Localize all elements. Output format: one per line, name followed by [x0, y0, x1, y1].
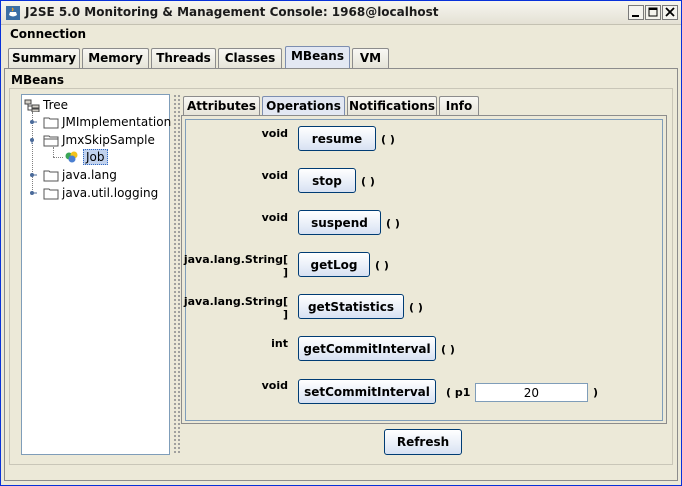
maximize-button[interactable] [645, 5, 661, 20]
params: ( ) [375, 259, 389, 272]
tree-node-label: java.util.logging [62, 185, 159, 200]
params: ( ) [386, 217, 400, 230]
return-type: void [261, 379, 288, 392]
collapse-handle-icon[interactable] [29, 189, 37, 197]
folder-icon [43, 170, 59, 181]
params: ( ) [381, 133, 395, 146]
params: ( ) [409, 301, 423, 314]
getstatistics-button[interactable]: getStatistics [298, 294, 404, 319]
menu-bar: Connection [1, 25, 681, 45]
tab-memory[interactable]: Memory [82, 48, 149, 69]
java-cup-icon [6, 6, 20, 20]
folder-icon [43, 188, 59, 199]
expand-handle-icon[interactable] [29, 136, 37, 144]
tab-classes[interactable]: Classes [218, 48, 282, 69]
stop-button[interactable]: stop [298, 168, 356, 193]
collapse-handle-icon[interactable] [29, 171, 37, 179]
getcommitinterval-button[interactable]: getCommitInterval [298, 336, 436, 361]
tab-mbeans[interactable]: MBeans [285, 46, 350, 69]
tab-notifications[interactable]: Notifications [347, 96, 437, 116]
tree-node-job[interactable]: Job [64, 148, 108, 165]
return-type: void [261, 127, 288, 140]
close-icon [665, 7, 675, 17]
collapse-handle-icon[interactable] [29, 118, 37, 126]
minimize-icon [632, 15, 639, 17]
tab-threads[interactable]: Threads [151, 48, 216, 69]
bean-icon [65, 151, 78, 162]
tab-operations[interactable]: Operations [262, 96, 345, 117]
return-type: java.lang.String[ ] [183, 295, 288, 321]
mbeans-group-label: MBeans [11, 73, 65, 87]
tree-connector [53, 147, 54, 157]
app-window: J2SE 5.0 Monitoring & Management Console… [0, 0, 682, 486]
return-type: java.lang.String[ ] [183, 253, 288, 279]
tab-info[interactable]: Info [439, 96, 479, 116]
tree-node-jmimplementation[interactable]: JMImplementation [43, 113, 171, 130]
p1-input[interactable] [475, 383, 588, 402]
suspend-button[interactable]: suspend [298, 210, 381, 235]
return-type: void [261, 169, 288, 182]
return-type: void [261, 211, 288, 224]
return-type: int [271, 337, 288, 350]
tree-node-jmxskipsample[interactable]: JmxSkipSample [43, 131, 155, 148]
folder-open-icon [43, 135, 59, 146]
maximize-icon [648, 7, 658, 17]
tree-node-label: java.lang [62, 167, 117, 182]
tree-node-java-lang[interactable]: java.lang [43, 166, 117, 183]
tab-summary[interactable]: Summary [8, 48, 80, 69]
param-label: ( p1 [446, 386, 471, 399]
tree-connector [53, 157, 63, 158]
setcommitinterval-button[interactable]: setCommitInterval [298, 379, 436, 404]
tree-root-icon [24, 99, 40, 112]
minimize-button[interactable] [628, 5, 644, 20]
title-bar[interactable]: J2SE 5.0 Monitoring & Management Console… [1, 1, 681, 25]
refresh-button[interactable]: Refresh [384, 429, 462, 455]
params-close: ) [593, 386, 599, 399]
tree-node-label-selected: Job [83, 148, 108, 165]
tab-attributes[interactable]: Attributes [183, 96, 260, 116]
menu-connection[interactable]: Connection [10, 27, 86, 41]
tree-node-java-util-logging[interactable]: java.util.logging [43, 184, 158, 201]
tree-node-label: JMImplementation [62, 114, 172, 129]
close-button[interactable] [662, 5, 678, 20]
folder-icon [43, 117, 59, 128]
resume-button[interactable]: resume [298, 126, 376, 151]
params: ( ) [441, 343, 455, 356]
tree-node-label: JmxSkipSample [62, 132, 155, 147]
tree-root[interactable]: Tree [24, 96, 68, 113]
params: ( ) [361, 175, 375, 188]
tab-vm[interactable]: VM [352, 48, 389, 69]
tree-root-label: Tree [43, 97, 69, 112]
getlog-button[interactable]: getLog [298, 252, 370, 277]
window-title: J2SE 5.0 Monitoring & Management Console… [25, 5, 439, 19]
